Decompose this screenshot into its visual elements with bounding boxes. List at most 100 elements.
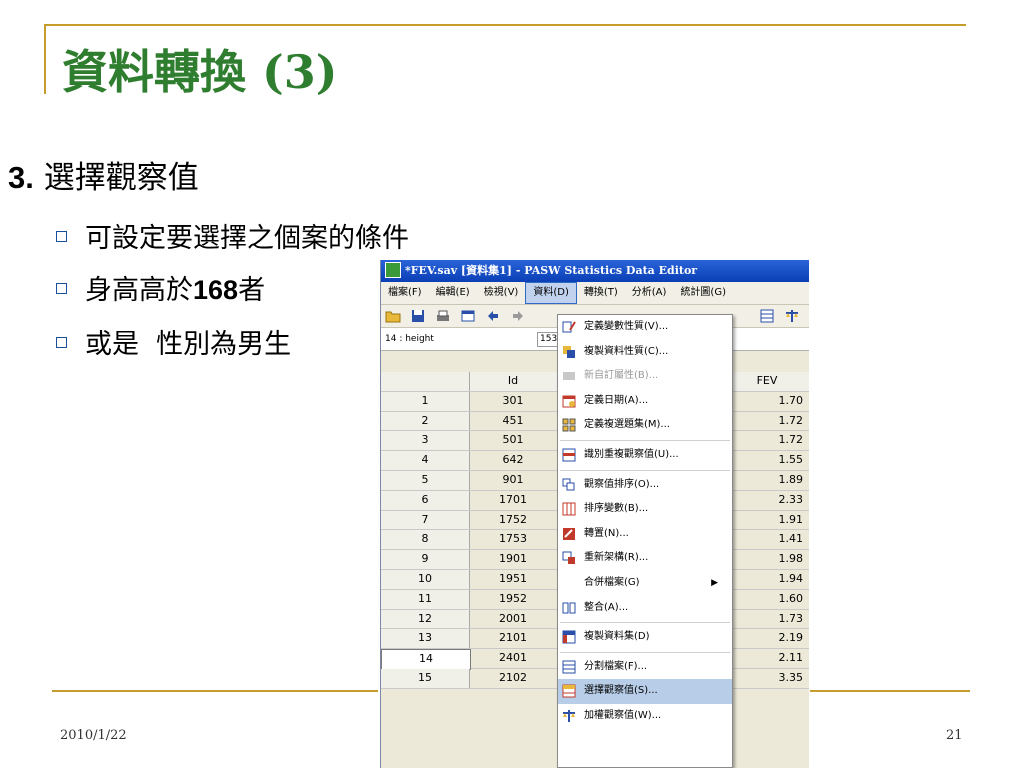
cell-id[interactable]: 1753	[470, 530, 556, 549]
row-number[interactable]: 4	[381, 451, 470, 470]
custom-attribute-icon	[563, 372, 575, 381]
cell-id[interactable]: 1951	[470, 570, 556, 589]
menu-separator	[560, 651, 730, 653]
sort-cases-icon	[562, 478, 575, 491]
cell-fev[interactable]: 1.60	[731, 590, 807, 609]
row-number[interactable]: 15	[381, 668, 470, 688]
menu-item-transpose[interactable]: 轉置(N)...	[558, 522, 732, 547]
row-number[interactable]: 14	[381, 649, 471, 670]
menu-item-merge-files[interactable]: 合併檔案(G) ▶	[558, 571, 732, 596]
menu-item-label: 複製資料集(D)	[584, 631, 650, 643]
cell-id[interactable]: 451	[470, 412, 556, 431]
cell-id[interactable]: 1952	[470, 590, 556, 609]
cell-fev[interactable]: 1.72	[731, 412, 807, 431]
split-file-icon[interactable]	[759, 308, 775, 324]
cell-id[interactable]: 2001	[470, 610, 556, 629]
menu-item-define-multiple-response-sets[interactable]: 定義複選題集(M)...	[558, 413, 732, 438]
redo-icon[interactable]	[510, 308, 526, 324]
window-titlebar[interactable]: *FEV.sav [資料集1] - PASW Statistics Data E…	[381, 260, 809, 282]
cell-id[interactable]: 1901	[470, 550, 556, 569]
cell-fev[interactable]: 2.19	[731, 629, 807, 648]
multiple-response-icon	[562, 418, 576, 432]
menu-item-copy-dataset[interactable]: 複製資料集(D)	[558, 625, 732, 650]
cell-fev[interactable]: 1.72	[731, 431, 807, 450]
cell-id[interactable]: 2102	[470, 669, 556, 688]
menu-data[interactable]: 資料(D)	[525, 282, 577, 304]
weight-cases-icon[interactable]	[784, 308, 800, 324]
menu-item-define-variable-properties[interactable]: 定義變數性質(V)...	[558, 315, 732, 340]
print-icon[interactable]	[435, 308, 451, 324]
menu-graphs[interactable]: 統計圖(G)	[673, 282, 733, 304]
menu-view[interactable]: 檢視(V)	[477, 282, 526, 304]
menu-item-new-custom-attribute[interactable]: 新自訂屬性(B)...	[558, 364, 732, 389]
cell-id[interactable]: 1701	[470, 491, 556, 510]
cell-fev[interactable]: 1.73	[731, 610, 807, 629]
menu-item-label: 識別重複觀察值(U)...	[584, 448, 679, 460]
cell-fev[interactable]: 1.55	[731, 451, 807, 470]
open-folder-icon[interactable]	[385, 308, 401, 324]
menu-item-sort-cases[interactable]: 觀察值排序(O)...	[558, 473, 732, 498]
cell-fev[interactable]: 1.41	[731, 530, 807, 549]
menu-transform[interactable]: 轉換(T)	[577, 282, 625, 304]
cell-fev[interactable]: 1.70	[731, 392, 807, 411]
row-number[interactable]: 2	[381, 411, 470, 431]
spss-data-editor-window[interactable]: *FEV.sav [資料集1] - PASW Statistics Data E…	[380, 260, 809, 768]
slide-title: 資料轉換 (3)	[62, 45, 338, 99]
bullet-2: 身高高於168者	[56, 268, 265, 307]
cell-reference: 14 : height	[385, 334, 434, 344]
menu-item-label: 複製資料性質(C)...	[584, 345, 669, 357]
row-number[interactable]: 1	[381, 391, 470, 411]
column-header-id[interactable]: Id	[470, 372, 556, 391]
window-title: *FEV.sav [資料集1] - PASW Statistics Data E…	[405, 264, 698, 277]
cell-fev[interactable]: 1.91	[731, 511, 807, 530]
row-number[interactable]: 10	[381, 569, 470, 589]
menu-item-select-cases[interactable]: 選擇觀察值(S)...	[558, 679, 732, 704]
split-file-icon	[562, 660, 576, 674]
menu-item-restructure[interactable]: 重新架構(R)...	[558, 546, 732, 571]
menu-item-weight-cases[interactable]: 加權觀察值(W)...	[558, 704, 732, 729]
row-number[interactable]: 6	[381, 490, 470, 510]
corner-cell[interactable]	[381, 372, 470, 391]
cell-fev[interactable]: 3.35	[731, 669, 807, 688]
submenu-arrow-icon: ▶	[711, 577, 718, 588]
cell-id[interactable]: 642	[470, 451, 556, 470]
cell-id[interactable]: 2101	[470, 629, 556, 648]
save-icon[interactable]	[410, 308, 426, 324]
cell-fev[interactable]: 1.89	[731, 471, 807, 490]
menu-edit[interactable]: 編輯(E)	[429, 282, 477, 304]
column-header-fev[interactable]: FEV	[731, 372, 807, 391]
cell-id[interactable]: 901	[470, 471, 556, 490]
bullet-2-text-b: 者	[238, 275, 266, 306]
cell-id[interactable]: 501	[470, 431, 556, 450]
weight-cases-icon	[563, 709, 575, 722]
row-number[interactable]: 12	[381, 609, 470, 629]
cell-fev[interactable]: 2.11	[731, 649, 807, 668]
menu-item-define-dates[interactable]: 定義日期(A)...	[558, 389, 732, 414]
dialog-recall-icon[interactable]	[460, 308, 476, 324]
menu-separator	[560, 622, 730, 624]
menu-analyze[interactable]: 分析(A)	[625, 282, 674, 304]
bullet-3: 或是 性別為男生	[56, 322, 291, 361]
cell-id[interactable]: 1752	[470, 511, 556, 530]
row-number[interactable]: 7	[381, 510, 470, 530]
row-number[interactable]: 11	[381, 589, 470, 609]
bullet-2-text-a: 身高高於	[85, 275, 193, 306]
cell-id[interactable]: 301	[470, 392, 556, 411]
undo-icon[interactable]	[485, 308, 501, 324]
menu-file[interactable]: 檔案(F)	[381, 282, 429, 304]
menu-item-split-file[interactable]: 分割檔案(F)...	[558, 655, 732, 680]
row-number[interactable]: 13	[381, 629, 470, 649]
menu-item-sort-variables[interactable]: 排序變數(B)...	[558, 497, 732, 522]
menu-item-identify-duplicate-cases[interactable]: 識別重複觀察值(U)...	[558, 443, 732, 468]
row-number[interactable]: 9	[381, 550, 470, 569]
menu-item-aggregate[interactable]: 整合(A)...	[558, 596, 732, 621]
cell-fev[interactable]: 1.94	[731, 570, 807, 589]
menu-item-copy-data-properties[interactable]: 複製資料性質(C)...	[558, 340, 732, 365]
bullet-1-text: 可設定要選擇之個案的條件	[85, 223, 409, 254]
cell-fev[interactable]: 1.98	[731, 550, 807, 569]
row-number[interactable]: 8	[381, 530, 470, 550]
cell-fev[interactable]: 2.33	[731, 491, 807, 510]
row-number[interactable]: 3	[381, 431, 470, 451]
cell-id[interactable]: 2401	[470, 649, 556, 668]
row-number[interactable]: 5	[381, 470, 470, 490]
